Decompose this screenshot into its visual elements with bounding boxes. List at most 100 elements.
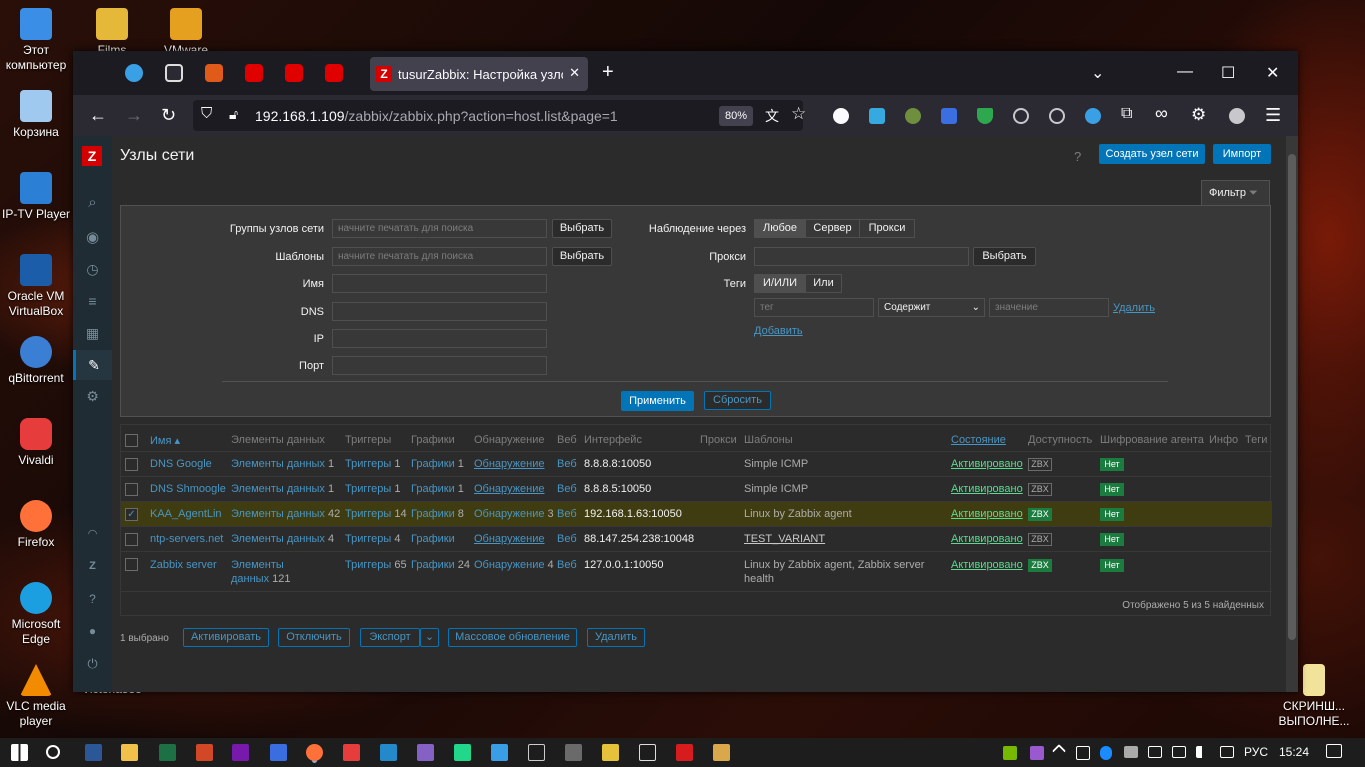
explorer-folder-icon[interactable] [121,744,138,761]
user-icon[interactable]: ● [73,624,112,638]
monitored-by-server[interactable]: Сервер [805,219,860,238]
triggers-link[interactable]: Триггеры 4 [345,533,400,545]
create-host-button[interactable]: Создать узел сети [1099,144,1205,164]
pinned-tab-youtube-2[interactable] [285,64,303,82]
remote-desktop-icon[interactable] [491,744,508,761]
firefox-taskbar-icon[interactable] [306,744,323,761]
configuration-wrench-icon[interactable]: ✎ [73,350,112,380]
web-link[interactable]: Веб [557,533,577,545]
web-link[interactable]: Веб [557,458,577,470]
page-scrollbar[interactable] [1286,136,1298,692]
extension-mask-icon[interactable] [1049,108,1065,124]
ip-input[interactable] [332,329,547,348]
tag-value-input[interactable]: значение [989,298,1109,317]
excel-icon[interactable] [159,744,176,761]
tags-and-or[interactable]: И/ИЛИ [754,274,806,293]
network-icon[interactable] [1220,746,1234,758]
discovery-link[interactable]: Обнаружение 3 [474,508,554,520]
discovery-link[interactable]: Обнаружение [474,483,544,495]
new-tab-button[interactable]: + [602,61,614,84]
desktop-icon-qbittorrent[interactable]: qBittorrent [0,336,72,386]
save-app-icon[interactable] [270,744,287,761]
extension-dot-icon[interactable] [1229,108,1245,124]
menu-hamburger-icon[interactable]: ☰ [1265,105,1281,126]
monitored-by-any[interactable]: Любое [754,219,806,238]
help-button[interactable]: ? [1074,149,1081,164]
graphs-link[interactable]: Графики 1 [411,458,464,470]
tab-close-icon[interactable]: ✕ [569,65,580,81]
host-name-link[interactable]: ntp-servers.net [150,533,223,545]
tray-display-icon[interactable] [1124,746,1138,758]
pinned-tab-youtube-3[interactable] [325,64,343,82]
zoom-level[interactable]: 80% [719,106,753,126]
tab-active[interactable]: Z tusurZabbix: Настройка узлов ✕ [370,57,588,91]
image-viewer-icon[interactable] [602,744,619,761]
extension-gem-icon[interactable] [1085,108,1101,124]
tag-add-link[interactable]: Добавить [754,325,803,337]
services-clock-icon[interactable]: ◷ [73,261,112,278]
nvidia-tray-icon[interactable] [1003,746,1017,760]
scrollbar-thumb[interactable] [1288,154,1296,640]
tag-remove-link[interactable]: Удалить [1113,302,1155,314]
extension-x-icon[interactable] [833,108,849,124]
sign-out-power-icon[interactable]: ⏻ [73,656,112,672]
desktop-icon-firefox[interactable]: Firefox [0,500,72,550]
pinned-tab-k[interactable] [205,64,223,82]
apply-filter-button[interactable]: Применить [621,391,694,411]
extension-shield-icon[interactable] [977,108,993,124]
host-name-link[interactable]: DNS Shmoogle [150,483,226,495]
host-groups-select-button[interactable]: Выбрать [552,219,612,238]
discovery-link[interactable]: Обнаружение [474,458,544,470]
items-link[interactable]: Элементы данных 1 [231,458,334,470]
extension-infinity-icon[interactable]: ∞ [1155,103,1168,124]
host-name-link[interactable]: DNS Google [150,458,212,470]
desktop-icon-vlc[interactable]: VLC media player [0,664,72,729]
notification-icon[interactable] [1326,744,1342,758]
calculator-icon[interactable] [565,744,582,761]
export-dropdown-button[interactable]: ⌄ [420,628,439,647]
discovery-link[interactable]: Обнаружение 4 [474,559,554,571]
reports-chart-icon[interactable]: ▦ [73,325,112,342]
word-icon[interactable] [85,744,102,761]
row-checkbox[interactable] [125,533,138,546]
host-name-link[interactable]: KAA_AgentLin [150,508,222,520]
host-groups-input[interactable]: начните печатать для поиска [332,219,547,238]
chat-icon[interactable] [1172,746,1186,758]
row-checkbox[interactable] [125,483,138,496]
keyboard-icon[interactable] [528,744,545,761]
items-link-line2[interactable]: данных 121 [231,573,291,585]
language-indicator[interactable]: РУС [1244,745,1268,759]
vivaldi-taskbar-icon[interactable] [343,744,360,761]
graphs-link[interactable]: Графики 1 [411,483,464,495]
shield-icon[interactable]: ⛉ [201,105,212,122]
items-link[interactable]: Элементы [231,559,284,571]
tray-feather-icon[interactable] [1030,746,1044,760]
pinned-tab-r[interactable] [165,64,183,82]
tray-monitor-icon[interactable] [1148,746,1162,758]
select-all-checkbox[interactable] [125,434,138,447]
host-name-link[interactable]: Zabbix server [150,559,217,571]
templates-input[interactable]: начните печатать для поиска [332,247,547,266]
reload-icon[interactable]: ↻ [161,105,176,126]
templates-link[interactable]: TEST_VARIANT [744,533,825,545]
disable-button[interactable]: Отключить [278,628,350,647]
volume-icon[interactable] [1196,746,1208,758]
status-link[interactable]: Активировано [951,458,1023,470]
minimize-button[interactable]: — [1177,63,1193,81]
delete-button[interactable]: Удалить [587,628,645,647]
tray-caret-icon[interactable] [1051,743,1067,759]
triggers-link[interactable]: Триггеры 1 [345,483,400,495]
monitoring-eye-icon[interactable]: ◉ [73,228,112,246]
row-checkbox[interactable] [125,458,138,471]
onenote-icon[interactable] [232,744,249,761]
vscode-icon[interactable] [380,744,397,761]
support-headset-icon[interactable]: ◠ [73,527,112,540]
status-link[interactable]: Активировано [951,508,1023,520]
desktop-icon-edge[interactable]: Microsoft Edge [0,582,72,647]
desktop-icon-this-pc[interactable]: Этот компьютер [0,8,72,73]
close-window-button[interactable]: ✕ [1266,63,1279,83]
translate-icon[interactable]: 文 [765,106,779,126]
desktop-icon-virtualbox[interactable]: Oracle VM VirtualBox [0,254,72,319]
inventory-list-icon[interactable]: ≡ [73,293,112,309]
maximize-button[interactable]: ☐ [1221,63,1235,83]
